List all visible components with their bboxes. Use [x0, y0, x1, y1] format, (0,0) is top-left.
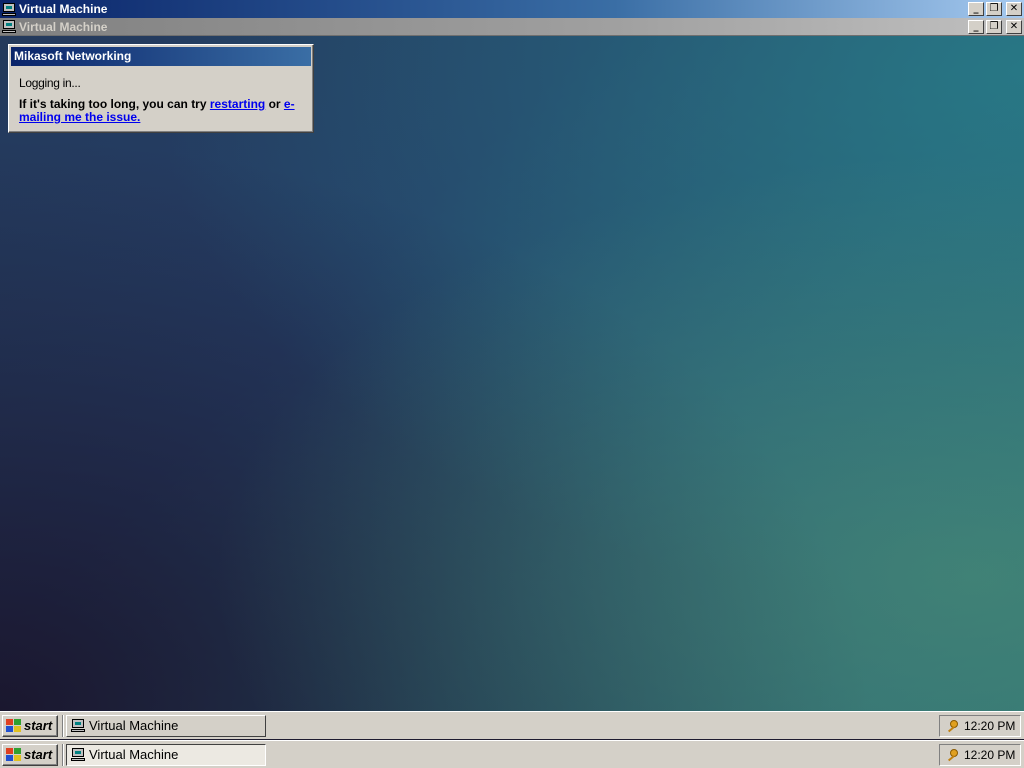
clock[interactable]: 12:20 PM: [964, 748, 1015, 762]
taskbar: start Virtual Machine 12:20 PM: [0, 740, 1024, 768]
dialog-title[interactable]: Mikasoft Networking: [11, 47, 311, 66]
help-message-prefix: If it's taking too long, you can try: [19, 97, 210, 111]
system-tray: 12:20 PM: [939, 714, 1021, 737]
help-message: If it's taking too long, you can try res…: [19, 98, 299, 124]
start-label: start: [24, 718, 53, 733]
start-label: start: [24, 747, 53, 762]
computer-icon: [2, 2, 16, 16]
taskbar-window-button[interactable]: Virtual Machine: [66, 714, 266, 737]
window-title: Virtual Machine: [19, 2, 108, 16]
close-button[interactable]: ✕: [1006, 19, 1022, 34]
window-title: Virtual Machine: [19, 19, 108, 34]
restore-button[interactable]: ❐: [986, 19, 1002, 34]
system-tray: 12:20 PM: [939, 743, 1021, 766]
key-tray-icon[interactable]: [946, 719, 958, 732]
computer-icon: [71, 719, 85, 732]
restore-button[interactable]: ❐: [986, 2, 1002, 16]
computer-icon: [71, 748, 85, 761]
networking-dialog: Mikasoft Networking Logging in... If it'…: [8, 44, 314, 133]
taskbar-window-button[interactable]: Virtual Machine: [66, 743, 266, 766]
login-status: Logging in...: [19, 76, 81, 90]
taskbar-divider: [62, 743, 64, 766]
restart-link[interactable]: restarting: [210, 97, 265, 111]
taskbar-window-label: Virtual Machine: [89, 718, 179, 733]
window-titlebar-inactive[interactable]: Virtual Machine _ ❐ ✕: [0, 18, 1024, 36]
start-button[interactable]: start: [2, 743, 58, 766]
taskbar-divider: [62, 714, 64, 737]
key-tray-icon[interactable]: [946, 748, 958, 761]
start-logo-icon: [6, 747, 22, 762]
taskbar-window-label: Virtual Machine: [89, 747, 179, 762]
minimize-button[interactable]: _: [968, 2, 984, 16]
help-message-middle: or: [265, 97, 284, 111]
window-titlebar-active[interactable]: Virtual Machine _ ❐ ✕: [0, 0, 1024, 18]
close-button[interactable]: ✕: [1006, 2, 1022, 16]
taskbar: start Virtual Machine 12:20 PM: [0, 711, 1024, 739]
computer-icon: [2, 20, 16, 33]
start-button[interactable]: start: [2, 714, 58, 737]
desktop-background: [0, 36, 1024, 711]
clock[interactable]: 12:20 PM: [964, 719, 1015, 733]
minimize-button[interactable]: _: [968, 19, 984, 34]
start-logo-icon: [6, 718, 22, 733]
